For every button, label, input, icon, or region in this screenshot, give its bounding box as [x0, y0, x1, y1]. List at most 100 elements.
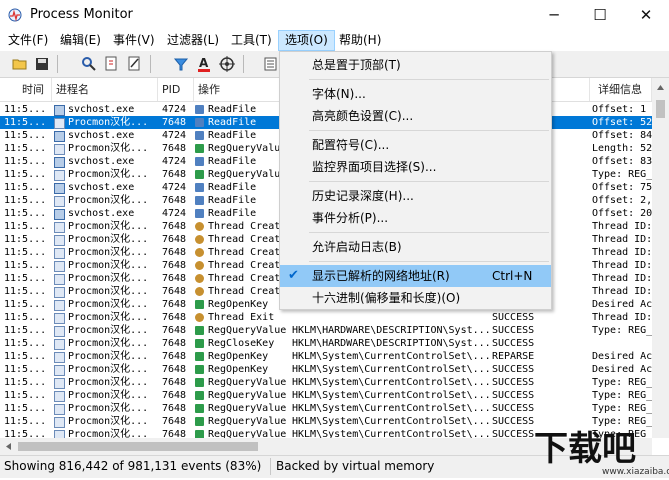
column-pid[interactable]: PID	[158, 78, 194, 101]
tree-icon[interactable]	[262, 55, 280, 73]
options-menu-item[interactable]: 配置符号(C)...	[280, 134, 551, 156]
cell-operation: RegQueryValue	[208, 390, 287, 401]
cell-process: Procmon汉化...	[68, 312, 149, 323]
options-menu-item[interactable]: ✔ 显示已解析的网络地址(R) Ctrl+N	[280, 265, 551, 287]
cell-pid: 7648	[162, 351, 187, 362]
cell-time: 11:5...	[4, 208, 47, 219]
clear-icon[interactable]	[126, 55, 144, 73]
procmon-process-icon	[54, 365, 65, 376]
cell-detail: Thread ID:	[592, 247, 652, 258]
cell-path: HKLM\System\CurrentControlSet\...	[292, 377, 490, 388]
menu-separator	[309, 181, 549, 182]
menu-tools[interactable]: 工具(T)	[225, 30, 278, 51]
table-row[interactable]: 11:5... Procmon汉化... 7648 RegCloseKey HKLM\H…	[0, 337, 652, 350]
options-menu-item[interactable]: 总是置于顶部(T)	[280, 54, 551, 76]
file-system-icon	[195, 196, 204, 205]
cell-operation: RegQueryValue	[208, 416, 287, 427]
cell-time: 11:5...	[4, 377, 47, 388]
autoscroll-icon[interactable]	[103, 55, 121, 73]
cell-pid: 7648	[162, 247, 187, 258]
procmon-process-icon	[54, 339, 65, 350]
menu-filter[interactable]: 过滤器(L)	[161, 30, 225, 51]
filter-icon[interactable]	[172, 55, 190, 73]
table-row[interactable]: 11:5... Procmon汉化... 7648 RegOpenKey HKLM\Sy…	[0, 350, 652, 363]
options-menu-item-label: 高亮颜色设置(C)...	[312, 109, 414, 123]
cell-pid: 7648	[162, 299, 187, 310]
cell-time: 11:5...	[4, 429, 47, 438]
cell-pid: 7648	[162, 286, 187, 297]
file-system-icon	[195, 105, 204, 114]
options-menu-item-label: 监控界面项目选择(S)...	[312, 160, 437, 174]
xiazaiba-logo-icon: 下载吧 www.xiazaiba.com	[534, 429, 669, 477]
menu-event[interactable]: 事件(V)	[107, 30, 161, 51]
cell-result: SUCCESS	[492, 403, 535, 414]
cell-time: 11:5...	[4, 247, 47, 258]
options-menu-item-label: 事件分析(P)...	[312, 211, 389, 225]
menu-file[interactable]: 文件(F)	[2, 30, 54, 51]
svg-text:下载吧: 下载吧	[534, 429, 636, 469]
registry-icon	[195, 326, 204, 335]
table-row[interactable]: 11:5... Procmon汉化... 7648 RegQueryValue HKLM…	[0, 389, 652, 402]
cell-process: Procmon汉化...	[68, 286, 149, 297]
close-button[interactable]: ✕	[623, 0, 669, 30]
menu-help[interactable]: 帮助(H)	[333, 30, 387, 51]
table-row[interactable]: 11:5... Procmon汉化... 7648 RegQueryValue HKLM…	[0, 376, 652, 389]
cell-process: Procmon汉化...	[68, 338, 149, 349]
cell-pid: 4724	[162, 156, 187, 167]
cell-operation: RegQueryValue	[208, 325, 287, 336]
highlight-icon[interactable]: A	[195, 55, 213, 73]
cell-process: Procmon汉化...	[68, 377, 149, 388]
cell-detail: Type: REG_	[592, 169, 652, 180]
save-icon[interactable]	[33, 55, 51, 73]
column-detail[interactable]: 详细信息	[590, 78, 652, 101]
vertical-scrollbar[interactable]	[652, 78, 669, 438]
target-icon[interactable]	[218, 55, 236, 73]
registry-icon	[195, 300, 204, 309]
cell-time: 11:5...	[4, 104, 47, 115]
cell-process: Procmon汉化...	[68, 169, 149, 180]
svchost-process-icon	[54, 183, 65, 194]
cell-time: 11:5...	[4, 221, 47, 232]
cell-pid: 7648	[162, 169, 187, 180]
scroll-arrows-icon	[656, 85, 665, 118]
cell-process: Procmon汉化...	[68, 195, 149, 206]
cell-process: Procmon汉化...	[68, 260, 149, 271]
options-menu-item[interactable]: 字体(N)...	[280, 83, 551, 105]
table-row[interactable]: 11:5... Procmon汉化... 7648 RegOpenKey HKLM\Sy…	[0, 363, 652, 376]
options-menu-item[interactable]: 事件分析(P)...	[280, 207, 551, 229]
maximize-button[interactable]: ☐	[577, 0, 623, 30]
table-row[interactable]: 11:5... Procmon汉化... 7648 RegQueryValue HKLM…	[0, 324, 652, 337]
registry-icon	[195, 170, 204, 179]
cell-time: 11:5...	[4, 338, 47, 349]
cell-process: svchost.exe	[68, 182, 135, 193]
cell-process: Procmon汉化...	[68, 143, 149, 154]
cell-time: 11:5...	[4, 156, 47, 167]
minimize-button[interactable]: ─	[531, 0, 577, 30]
cell-process: Procmon汉化...	[68, 351, 149, 362]
cell-time: 11:5...	[4, 273, 47, 284]
open-icon[interactable]	[11, 55, 29, 73]
registry-icon	[195, 404, 204, 413]
cell-time: 11:5...	[4, 182, 47, 193]
cell-detail: Offset: 52	[592, 117, 652, 128]
find-icon[interactable]	[80, 55, 98, 73]
column-time[interactable]: 时间	[0, 78, 52, 101]
options-menu-item[interactable]: 历史记录深度(H)...	[280, 185, 551, 207]
cell-pid: 7648	[162, 273, 187, 284]
options-menu-item[interactable]: 监控界面项目选择(S)...	[280, 156, 551, 178]
cell-pid: 7648	[162, 312, 187, 323]
menu-edit[interactable]: 编辑(E)	[54, 30, 107, 51]
options-menu-item[interactable]: 高亮颜色设置(C)...	[280, 105, 551, 127]
cell-operation: Thread Exit	[208, 312, 275, 323]
column-operation[interactable]: 操作	[194, 78, 290, 101]
cell-pid: 7648	[162, 377, 187, 388]
column-process[interactable]: 进程名	[52, 78, 158, 101]
table-row[interactable]: 11:5... Procmon汉化... 7648 Thread Exit SUCCES…	[0, 311, 652, 324]
cell-operation: RegOpenKey	[208, 351, 269, 362]
menu-bar: 文件(F) 编辑(E) 事件(V) 过滤器(L) 工具(T) 选项(O) 帮助(…	[0, 30, 669, 51]
table-row[interactable]: 11:5... Procmon汉化... 7648 RegQueryValue HKLM…	[0, 402, 652, 415]
options-menu-item[interactable]: 允许启动日志(B)	[280, 236, 551, 258]
thread-icon	[195, 274, 204, 283]
options-menu-item[interactable]: 十六进制(偏移量和长度)(O)	[280, 287, 551, 309]
menu-options[interactable]: 选项(O)	[278, 30, 335, 51]
